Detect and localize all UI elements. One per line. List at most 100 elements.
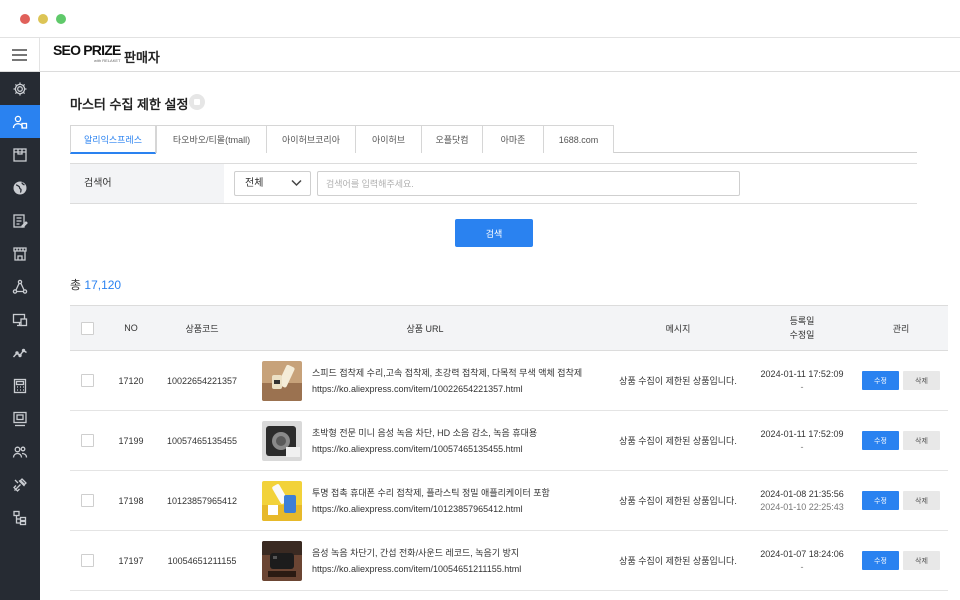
edit-button[interactable]: 수정 xyxy=(862,551,899,570)
sidebar-item-hierarchy[interactable] xyxy=(0,501,40,534)
row-checkbox[interactable] xyxy=(80,554,94,567)
product-url-link[interactable]: https://ko.aliexpress.com/item/100546512… xyxy=(312,561,521,577)
product-url-link[interactable]: https://ko.aliexpress.com/item/100574651… xyxy=(312,441,537,457)
box-icon xyxy=(13,147,27,162)
edit-button[interactable]: 수정 xyxy=(862,491,899,510)
edit-button[interactable]: 수정 xyxy=(862,431,899,450)
sidebar-item-box[interactable] xyxy=(0,138,40,171)
search-label: 검색어 xyxy=(70,164,224,203)
row-no: 17199 xyxy=(118,435,144,446)
header-dates: 등록일 수정일 xyxy=(750,306,854,350)
product-thumbnail[interactable] xyxy=(262,480,302,521)
product-name: 스피드 접착제 수리,고속 접착제, 초강력 접착제, 다목적 무색 액체 접착… xyxy=(312,367,583,378)
row-code: 10057465135455 xyxy=(166,435,238,446)
delete-button[interactable]: 삭제 xyxy=(903,431,940,450)
row-checkbox[interactable] xyxy=(80,494,94,507)
tab-taobao-tmall[interactable]: 타오바오/티몰(tmall) xyxy=(156,125,267,153)
sidebar-item-settings[interactable] xyxy=(0,72,40,105)
row-registered: 2024-01-08 21:35:56 xyxy=(760,488,844,499)
window-titlebar xyxy=(0,0,960,38)
row-no: 17120 xyxy=(118,375,144,386)
logo[interactable]: SEO PRIZE with RELAKET xyxy=(53,43,121,64)
sidebar-item-store[interactable] xyxy=(0,237,40,270)
close-window-button[interactable] xyxy=(20,14,30,24)
store-icon xyxy=(13,246,27,261)
source-tabs: 알리익스프레스 타오바오/티몰(tmall) 아이허브코리아 아이허브 오플닷컴… xyxy=(70,125,917,154)
product-thumbnail[interactable] xyxy=(262,540,302,581)
row-code: 10022654221357 xyxy=(166,375,238,386)
search-scope-select[interactable]: 전체 xyxy=(234,171,311,196)
row-no: 17197 xyxy=(118,555,144,566)
row-code: 10123857965412 xyxy=(166,495,238,506)
page-title: 마스터 수집 제한 설정 xyxy=(70,97,189,112)
sidebar-item-tools[interactable] xyxy=(0,468,40,501)
sidebar-item-document[interactable] xyxy=(0,204,40,237)
hierarchy-icon xyxy=(13,510,27,525)
row-checkbox[interactable] xyxy=(80,434,94,447)
settings-icon xyxy=(13,82,27,95)
delete-button[interactable]: 삭제 xyxy=(903,551,940,570)
users-icon xyxy=(12,446,28,458)
edit-button[interactable]: 수정 xyxy=(862,371,899,390)
tab-aliexpress[interactable]: 알리익스프레스 xyxy=(70,125,156,154)
product-name: 초박형 전문 미니 음성 녹음 차단, HD 소음 감소, 녹음 휴대용 xyxy=(312,427,538,438)
product-thumbnail[interactable] xyxy=(262,360,302,401)
sidebar-item-network[interactable] xyxy=(0,270,40,303)
header-message: 메시지 xyxy=(665,323,691,334)
user-icon xyxy=(12,115,28,129)
total-value: 17,120 xyxy=(84,278,122,292)
search-button[interactable]: 검색 xyxy=(455,219,533,247)
sidebar-item-globe[interactable] xyxy=(0,171,40,204)
delete-button[interactable]: 삭제 xyxy=(903,491,940,510)
sidebar xyxy=(0,72,40,600)
tab-1688[interactable]: 1688.com xyxy=(543,125,614,153)
app-header: SEO PRIZE with RELAKET 판매자 xyxy=(0,38,960,72)
maximize-window-button[interactable] xyxy=(56,14,66,24)
header-code: 상품코드 xyxy=(185,323,219,334)
row-message: 상품 수집이 제한된 상품입니다. xyxy=(619,376,737,386)
total-count: 총 17,120 xyxy=(70,276,121,293)
product-url-link[interactable]: https://ko.aliexpress.com/item/100226542… xyxy=(312,381,582,397)
row-message: 상품 수집이 제한된 상품입니다. xyxy=(619,436,737,446)
row-registered: 2024-01-11 17:52:09 xyxy=(760,428,844,439)
tools-icon xyxy=(13,477,27,492)
tab-oplcom[interactable]: 오플닷컴 xyxy=(421,125,483,153)
sidebar-item-screen[interactable] xyxy=(0,303,40,336)
product-thumbnail[interactable] xyxy=(262,420,302,461)
sidebar-item-trend[interactable] xyxy=(0,336,40,369)
product-table: NO 상품코드 상품 URL 메시지 등록일 수정일 관리 17120 1002… xyxy=(70,305,948,591)
search-row: 검색어 전체 xyxy=(70,163,917,204)
tab-iherb-korea[interactable]: 아이허브코리아 xyxy=(266,125,356,153)
select-all-checkbox[interactable] xyxy=(80,321,94,335)
row-modified: - xyxy=(800,441,804,452)
row-no: 17198 xyxy=(118,495,144,506)
help-icon[interactable] xyxy=(189,94,205,110)
row-checkbox[interactable] xyxy=(80,374,94,387)
delete-button[interactable]: 삭제 xyxy=(903,371,940,390)
header-role: 판매자 xyxy=(124,50,160,65)
chevron-down-icon xyxy=(291,179,302,187)
globe-icon xyxy=(13,181,27,194)
network-icon xyxy=(12,279,28,294)
product-url-link[interactable]: https://ko.aliexpress.com/item/101238579… xyxy=(312,501,550,517)
tab-amazon[interactable]: 아마존 xyxy=(482,125,544,153)
search-input[interactable] xyxy=(317,171,740,196)
row-registered: 2024-01-07 18:24:06 xyxy=(760,548,844,559)
monitor-icon xyxy=(13,411,27,426)
table-row: 17199 10057465135455 초박형 전문 미니 음성 녹음 차단,… xyxy=(70,411,948,471)
row-modified: - xyxy=(800,381,804,392)
menu-icon[interactable] xyxy=(0,38,40,71)
row-modified: - xyxy=(800,561,804,572)
row-message: 상품 수집이 제한된 상품입니다. xyxy=(619,556,737,566)
sidebar-item-calculator[interactable] xyxy=(0,369,40,402)
row-modified: 2024-01-10 22:25:43 xyxy=(760,501,844,512)
row-registered: 2024-01-11 17:52:09 xyxy=(760,368,844,379)
document-edit-icon xyxy=(13,213,28,228)
sidebar-item-monitor[interactable] xyxy=(0,402,40,435)
header-registered: 등록일 xyxy=(789,316,815,326)
table-row: 17120 10022654221357 스피드 접착제 수리,고속 접착제, … xyxy=(70,351,948,411)
minimize-window-button[interactable] xyxy=(38,14,48,24)
sidebar-item-user[interactable] xyxy=(0,105,40,138)
tab-iherb[interactable]: 아이허브 xyxy=(355,125,422,153)
sidebar-item-users[interactable] xyxy=(0,435,40,468)
